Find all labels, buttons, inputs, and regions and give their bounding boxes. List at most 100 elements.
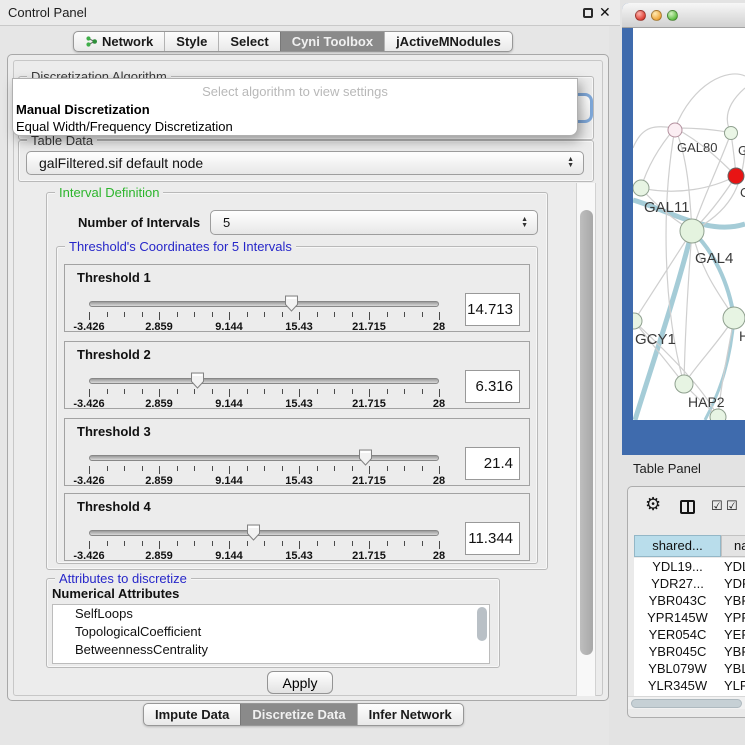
tab-select[interactable]: Select	[218, 32, 279, 51]
tick-label: 15.43	[285, 321, 313, 333]
tick-mark	[264, 312, 265, 317]
tick-mark	[422, 466, 423, 471]
network-node-hap2[interactable]	[675, 375, 693, 393]
tick-label: 28	[433, 550, 445, 562]
table-data-combo[interactable]: galFiltered.sif default node ▲▼	[26, 151, 584, 175]
float-window-icon[interactable]	[583, 8, 593, 18]
network-node-label: GAL11	[644, 199, 690, 216]
network-node-partial[interactable]	[710, 409, 726, 420]
network-edge[interactable]	[641, 128, 675, 188]
table-row[interactable]: YDL19...YDL1	[634, 558, 745, 575]
tick-label: 9.144	[215, 398, 243, 410]
network-node-c[interactable]	[728, 168, 744, 184]
column-header-name[interactable]: na	[721, 535, 745, 557]
tab-impute-data[interactable]: Impute Data	[144, 704, 240, 725]
network-node-gal80[interactable]	[668, 123, 682, 137]
threshold-4-slider-track[interactable]	[89, 530, 439, 536]
network-node-label: GA	[738, 143, 745, 158]
tick-label: 9.144	[215, 321, 243, 333]
network-edge[interactable]	[692, 148, 745, 231]
dropdown-option-manual-discretization[interactable]: Manual Discretization	[13, 101, 577, 118]
zoom-traffic-light-icon[interactable]	[667, 10, 678, 21]
checkbox-checked-icon[interactable]: ☑	[711, 499, 723, 514]
slider-tick-labels: -3.4262.8599.14415.4321.71528	[89, 321, 439, 333]
tab-discretize-data[interactable]: Discretize Data	[240, 704, 356, 725]
threshold-1-slider-thumb[interactable]	[284, 295, 299, 312]
tick-mark	[124, 541, 125, 546]
network-canvas[interactable]: GAL80GACGAL11GAL4GCY1HHAP2	[633, 28, 745, 420]
tick-mark	[422, 541, 423, 546]
tick-mark	[352, 312, 353, 317]
threshold-4-value-field[interactable]: 11.344	[465, 522, 520, 555]
horizontal-scrollbar-thumb[interactable]	[631, 699, 742, 708]
vertical-scrollbar[interactable]	[576, 183, 596, 696]
threshold-3-slider-thumb[interactable]	[358, 449, 373, 466]
network-window-titlebar[interactable]	[622, 3, 745, 28]
network-node-h[interactable]	[723, 307, 745, 329]
column-header-shared-name[interactable]: shared...	[634, 535, 721, 557]
tick-label: 28	[433, 398, 445, 410]
gear-icon[interactable]: ⚙	[645, 494, 661, 515]
table-row[interactable]: YBL079WYBL0	[634, 660, 745, 677]
tab-cyni-toolbox[interactable]: Cyni Toolbox	[280, 32, 384, 51]
apply-button[interactable]: Apply	[267, 671, 333, 694]
number-of-intervals-combo[interactable]: 5 ▲▼	[210, 210, 538, 235]
table-row[interactable]: YBR045CYBR0	[634, 643, 745, 660]
network-edge[interactable]	[684, 318, 734, 384]
node-table[interactable]: YDL19...YDL1YDR27...YDR2YBR043CYBR0YPR14…	[634, 558, 745, 697]
threshold-1-slider-track[interactable]	[89, 301, 439, 307]
vertical-scrollbar-thumb[interactable]	[580, 210, 593, 655]
minimize-traffic-light-icon[interactable]	[651, 10, 662, 21]
threshold-3-value-field[interactable]: 21.4	[465, 447, 520, 480]
cell-name: YER0	[721, 626, 745, 643]
table-row[interactable]: YPR145WYPR1	[634, 609, 745, 626]
attribute-topologicalcoefficient[interactable]: TopologicalCoefficient	[53, 623, 489, 641]
tick-mark	[212, 466, 213, 471]
network-edge[interactable]	[675, 74, 745, 128]
attribute-betweennesscentrality[interactable]: BetweennessCentrality	[53, 641, 489, 659]
network-node-gal11[interactable]	[633, 180, 649, 196]
tick-mark	[369, 389, 370, 397]
tick-mark	[229, 389, 230, 397]
threshold-2-slider-thumb[interactable]	[190, 372, 205, 389]
horizontal-scrollbar[interactable]	[628, 696, 745, 709]
tick-mark	[89, 312, 90, 320]
threshold-1-value-field[interactable]: 14.713	[465, 293, 520, 326]
table-row[interactable]: YLR345WYLR3	[634, 677, 745, 694]
tick-mark	[334, 389, 335, 394]
tab-jactivemnodules[interactable]: jActiveMNodules	[384, 32, 512, 51]
threshold-label: Threshold 1	[77, 270, 151, 285]
network-edge-thick[interactable]	[692, 231, 734, 318]
table-row[interactable]: YER054CYER0	[634, 626, 745, 643]
network-node-gal4[interactable]	[680, 219, 704, 243]
table-row[interactable]: YDR27...YDR2	[634, 575, 745, 592]
dropdown-option-equal-width-frequency-discretization[interactable]: Equal Width/Frequency Discretization	[13, 118, 577, 135]
network-edge[interactable]	[634, 231, 692, 321]
table-row[interactable]: YBR043CYBR0	[634, 592, 745, 609]
close-icon[interactable]: ✕	[599, 4, 611, 21]
tick-label: 21.715	[352, 398, 386, 410]
threshold-4-slider-thumb[interactable]	[246, 524, 261, 541]
numerical-attributes-list[interactable]: SelfLoopsTopologicalCoefficientBetweenne…	[52, 604, 490, 664]
close-traffic-light-icon[interactable]	[635, 10, 646, 21]
tab-infer-network[interactable]: Infer Network	[357, 704, 463, 725]
tab-network[interactable]: Network	[74, 32, 164, 51]
tick-mark	[107, 389, 108, 394]
tick-mark	[142, 312, 143, 317]
network-edge[interactable]	[692, 231, 734, 318]
attributes-list-scrollbar-thumb[interactable]	[477, 607, 487, 641]
split-columns-icon[interactable]	[680, 500, 695, 514]
network-node-ga[interactable]	[725, 127, 738, 140]
threshold-3-slider-track[interactable]	[89, 455, 439, 461]
control-panel-titlebar	[0, 0, 620, 26]
cell-shared-name: YLR345W	[634, 677, 721, 694]
network-node-label: H	[739, 328, 745, 344]
attribute-selfloops[interactable]: SelfLoops	[53, 605, 489, 623]
threshold-2-slider-track[interactable]	[89, 378, 439, 384]
tick-mark	[317, 541, 318, 546]
tick-mark	[422, 312, 423, 317]
threshold-2-value-field[interactable]: 6.316	[465, 370, 520, 403]
tick-label: 2.859	[145, 321, 173, 333]
tab-style[interactable]: Style	[164, 32, 218, 51]
checkbox-checked-icon[interactable]: ☑	[726, 499, 738, 514]
